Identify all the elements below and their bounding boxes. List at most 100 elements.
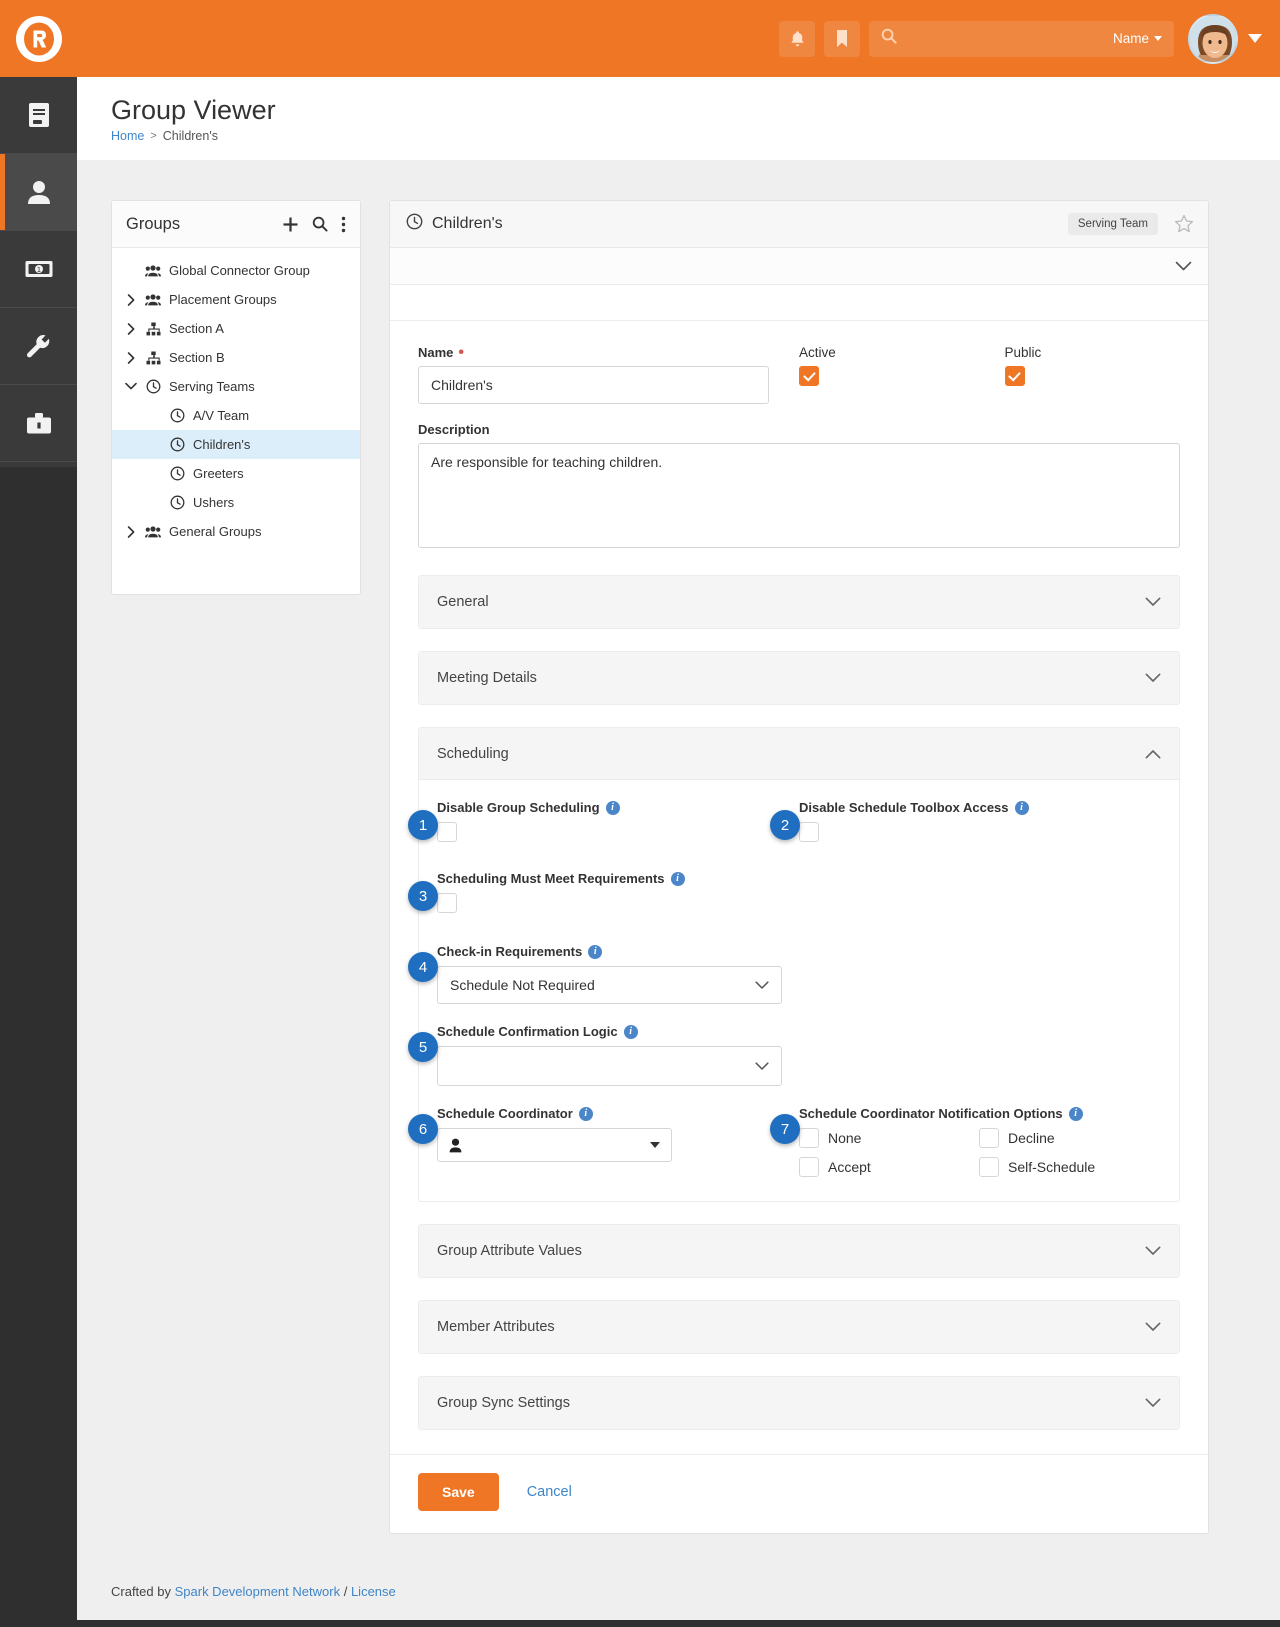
tree-item[interactable]: General Groups (112, 517, 360, 546)
tree-item[interactable]: Placement Groups (112, 285, 360, 314)
option-none-label: None (828, 1130, 862, 1146)
clock-icon (406, 213, 423, 235)
notification-options-grid: None Decline Accept Self-Schedule (799, 1128, 1161, 1177)
must-meet-requirements-checkbox[interactable] (437, 893, 457, 913)
chevron-down-icon (1145, 1322, 1161, 1332)
callout-1: 1 (408, 810, 438, 840)
section-member-attributes-header[interactable]: Member Attributes (419, 1301, 1179, 1353)
section-group-attribute-values-header[interactable]: Group Attribute Values (419, 1225, 1179, 1277)
left-nav: 1 (0, 77, 77, 467)
schedule-coordinator-picker[interactable] (437, 1128, 672, 1162)
info-circle-icon[interactable]: i (1014, 800, 1029, 815)
user-menu[interactable] (1188, 13, 1262, 64)
tree-item[interactable]: Global Connector Group (112, 256, 360, 285)
notifications-button[interactable] (779, 20, 815, 57)
info-circle-icon[interactable]: i (588, 944, 603, 959)
option-decline[interactable]: Decline (979, 1128, 1159, 1148)
svg-text:1: 1 (36, 266, 40, 274)
info-circle-icon[interactable]: i (578, 1106, 593, 1121)
breadcrumb-home[interactable]: Home (111, 129, 144, 143)
section-scheduling-header[interactable]: Scheduling (419, 728, 1179, 780)
option-self-schedule-checkbox[interactable] (979, 1157, 999, 1177)
search-scope-dropdown[interactable]: Name (1113, 31, 1162, 46)
public-checkbox[interactable] (1004, 366, 1025, 386)
chevron-down-icon[interactable] (120, 382, 142, 391)
option-none-checkbox[interactable] (799, 1128, 819, 1148)
option-accept[interactable]: Accept (799, 1157, 979, 1177)
footer-license-link[interactable]: License (351, 1584, 396, 1599)
nav-item-cms[interactable] (0, 77, 77, 154)
book-icon (28, 103, 49, 127)
nav-item-power-tools[interactable] (0, 385, 77, 462)
chevron-right-icon[interactable] (120, 293, 142, 306)
disable-group-scheduling-checkbox[interactable] (437, 822, 457, 842)
chevron-right-icon[interactable] (120, 322, 142, 335)
tree-item[interactable]: Children's (112, 430, 360, 459)
search-groups-button[interactable] (312, 216, 328, 232)
people-group-icon (142, 293, 164, 306)
checkin-requirements-value: Schedule Not Required (450, 977, 595, 993)
tree-item[interactable]: Section B (112, 343, 360, 372)
tree-item[interactable]: Ushers (112, 488, 360, 517)
cancel-button[interactable]: Cancel (521, 1483, 578, 1501)
confirmation-logic-select[interactable] (437, 1046, 782, 1086)
star-outline-icon[interactable] (1170, 210, 1198, 238)
chevron-right-icon[interactable] (120, 525, 142, 538)
section-meeting-details-header[interactable]: Meeting Details (419, 652, 1179, 704)
public-field-group: Public (1004, 345, 1181, 386)
info-circle-icon[interactable]: i (670, 871, 685, 886)
notification-options-label: Schedule Coordinator Notification Option… (799, 1106, 1063, 1121)
tree-item[interactable]: Serving Teams (112, 372, 360, 401)
option-none[interactable]: None (799, 1128, 979, 1148)
option-self-schedule[interactable]: Self-Schedule (979, 1157, 1159, 1177)
nav-item-people[interactable] (0, 154, 77, 231)
groups-options-button[interactable] (341, 216, 346, 233)
global-search[interactable]: Name (869, 20, 1174, 57)
section-scheduling: Scheduling 1 Disable Group Scheduling i … (408, 727, 1180, 1202)
people-group-icon (142, 264, 164, 277)
tree-item[interactable]: Greeters (112, 459, 360, 488)
description-textarea[interactable]: Are responsible for teaching children. (418, 443, 1180, 548)
bell-icon (790, 30, 804, 46)
save-button[interactable]: Save (418, 1473, 499, 1511)
avatar[interactable] (1188, 13, 1238, 64)
add-group-button[interactable] (282, 216, 299, 233)
option-decline-checkbox[interactable] (979, 1128, 999, 1148)
search-input[interactable] (897, 30, 1113, 47)
section-general-header[interactable]: General (419, 576, 1179, 628)
nav-item-admin-tools[interactable] (0, 308, 77, 385)
info-circle-icon[interactable]: i (623, 1024, 638, 1039)
search-scope-label: Name (1112, 31, 1149, 46)
name-row: Name • Active Public (418, 344, 1181, 404)
checkin-requirements-select[interactable]: Schedule Not Required (437, 966, 782, 1004)
breadcrumb: Home > Children's (111, 129, 218, 143)
callout-3: 3 (408, 881, 438, 911)
info-circle-icon[interactable]: i (1068, 1106, 1083, 1121)
logo[interactable] (0, 0, 77, 77)
disable-toolbox-access-checkbox[interactable] (799, 822, 819, 842)
info-circle-icon[interactable]: i (605, 800, 620, 815)
clock-icon (142, 379, 164, 394)
section-group-sync-settings-header[interactable]: Group Sync Settings (419, 1377, 1179, 1429)
bookmarks-button[interactable] (824, 20, 860, 57)
tree-item[interactable]: Section A (112, 314, 360, 343)
page-title: Group Viewer (111, 95, 276, 125)
footer-org-link[interactable]: Spark Development Network (175, 1584, 340, 1599)
people-group-icon (142, 525, 164, 538)
groups-tree: Global Connector Group Placement Groups Se… (112, 248, 360, 554)
chevron-right-icon[interactable] (120, 351, 142, 364)
tree-item-label: Global Connector Group (169, 263, 310, 278)
name-input[interactable] (418, 366, 769, 404)
confirmation-logic-label-wrap: Schedule Confirmation Logic i (437, 1024, 817, 1039)
tree-item[interactable]: A/V Team (112, 401, 360, 430)
chevron-down-icon[interactable] (1248, 34, 1262, 43)
section-group-attribute-values-title: Group Attribute Values (437, 1243, 582, 1259)
card-spacer (390, 285, 1208, 321)
nav-item-finance[interactable]: 1 (0, 231, 77, 308)
disable-toolbox-access-label-wrap: Disable Schedule Toolbox Access i (799, 800, 1161, 815)
card-collapse-toggle[interactable] (390, 248, 1208, 285)
active-checkbox[interactable] (799, 366, 819, 386)
card-body: Name • Active Public (390, 321, 1208, 1430)
option-accept-checkbox[interactable] (799, 1157, 819, 1177)
must-meet-requirements-label-wrap: Scheduling Must Meet Requirements i (437, 871, 817, 886)
